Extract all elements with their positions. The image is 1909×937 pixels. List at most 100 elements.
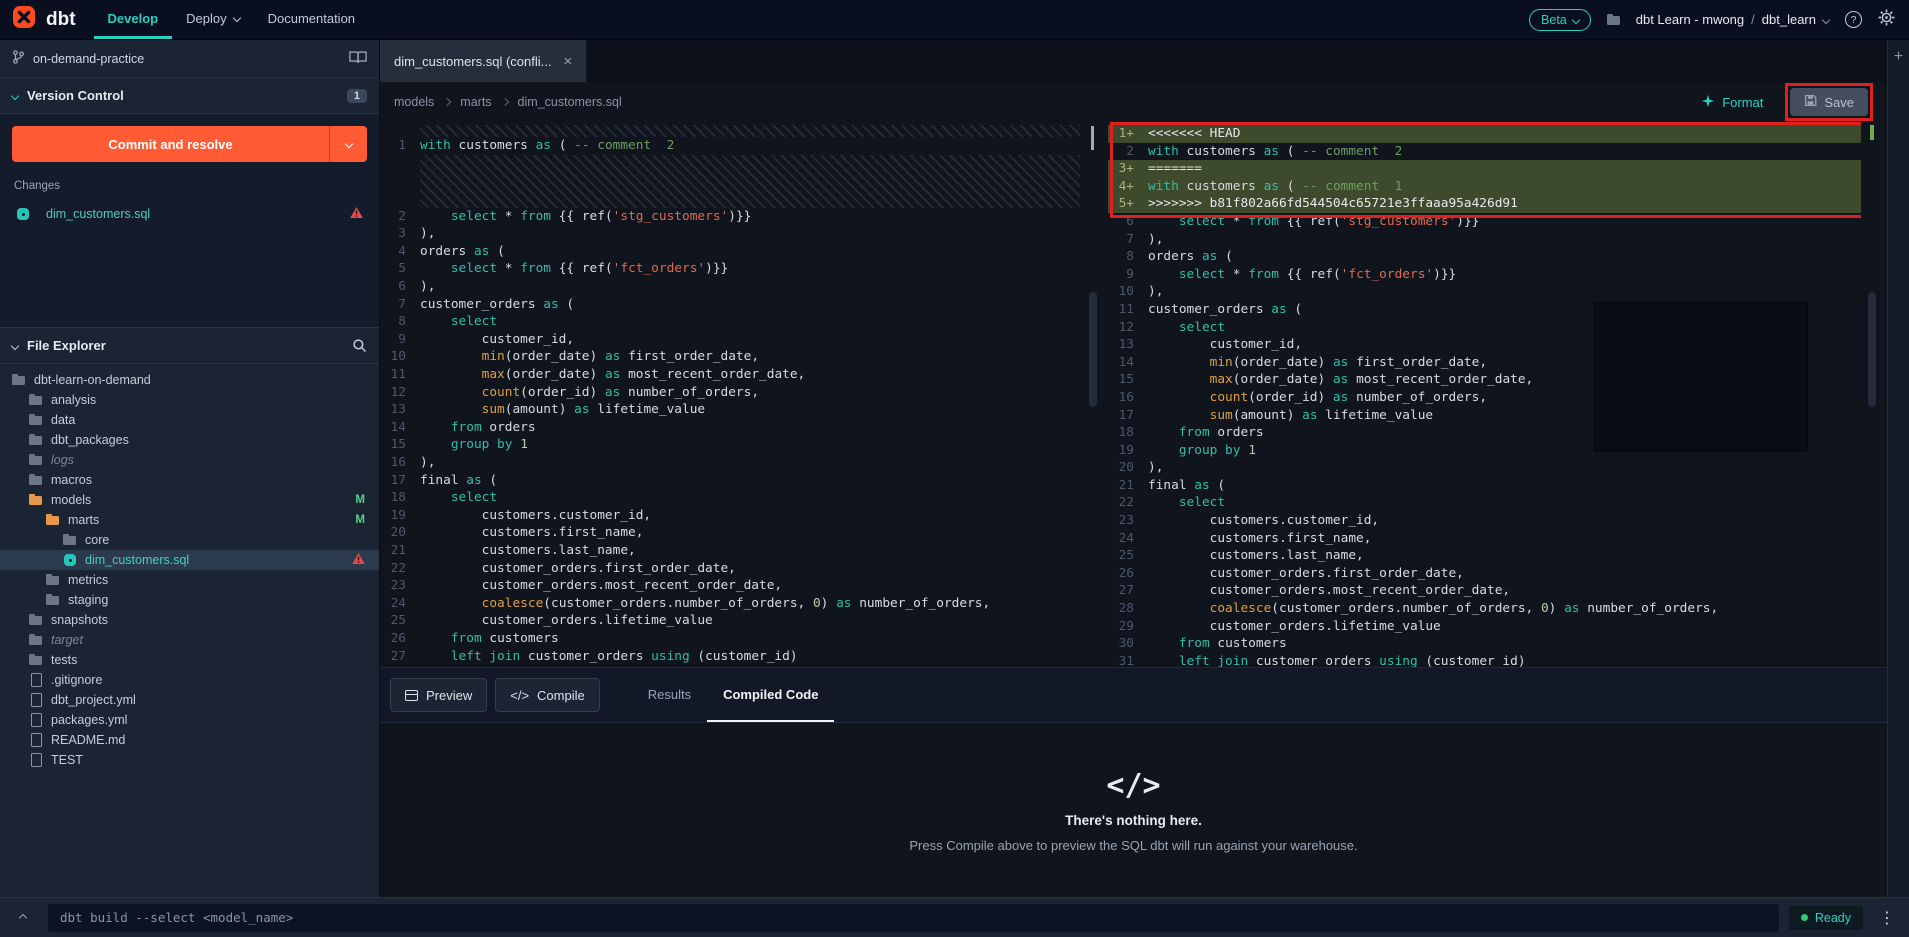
tree-item-staging[interactable]: staging (0, 590, 379, 610)
branch-row[interactable]: on-demand-practice (0, 40, 379, 78)
code-line-20[interactable]: 20 customers.first_name, (380, 524, 1082, 542)
code-line-14[interactable]: 14 from orders (380, 419, 1082, 437)
code-line-23[interactable]: 23 customers.customer_id, (1108, 512, 1861, 530)
code-line-8[interactable]: 8orders as ( (1108, 248, 1861, 266)
code-line-16[interactable]: 16), (380, 454, 1082, 472)
code-line-2[interactable]: 2with customers as ( -- comment 2 (1108, 143, 1861, 161)
code-line-29[interactable]: 29 customer_orders.lifetime_value (1108, 618, 1861, 636)
code-line-7[interactable]: 7), (1108, 231, 1861, 249)
code-line-28[interactable]: 28 coalesce(customer_orders.number_of_or… (1108, 600, 1861, 618)
code-line-4[interactable]: 4orders as ( (380, 243, 1082, 261)
breadcrumb-item-marts[interactable]: marts (460, 95, 491, 109)
help-icon[interactable]: ? (1845, 11, 1862, 28)
beta-pill[interactable]: Beta (1529, 9, 1591, 31)
code-line-15[interactable]: 15 group by 1 (380, 436, 1082, 454)
code-line-19[interactable]: 19 customers.customer_id, (380, 507, 1082, 525)
tree-item-logs[interactable]: logs (0, 450, 379, 470)
code-line-25[interactable]: 25 customers.last_name, (1108, 547, 1861, 565)
code-line-3[interactable]: 3), (380, 225, 1082, 243)
scrollbar-right[interactable] (1861, 122, 1887, 667)
code-line-21[interactable]: 21final as ( (1108, 477, 1861, 495)
tree-item-analysis[interactable]: analysis (0, 390, 379, 410)
code-line-11[interactable]: 11 max(order_date) as most_recent_order_… (380, 366, 1082, 384)
scrollbar-left[interactable] (1082, 122, 1108, 667)
tree-item-dbt_project.yml[interactable]: dbt_project.yml (0, 690, 379, 710)
code-line-1+[interactable]: 1+<<<<<<< HEAD (1108, 125, 1861, 143)
code-line-17[interactable]: 17final as ( (380, 472, 1082, 490)
preview-button[interactable]: Preview (390, 678, 487, 712)
code-line-24[interactable]: 24 coalesce(customer_orders.number_of_or… (380, 595, 1082, 613)
code-line-1[interactable]: 1with customers as ( -- comment 2 (380, 137, 1082, 155)
file-explorer-header[interactable]: File Explorer (0, 328, 379, 364)
tree-item-models[interactable]: modelsM (0, 490, 379, 510)
code-line-2[interactable]: 2 select * from {{ ref('stg_customers')}… (380, 208, 1082, 226)
editor-pane-left[interactable]: 1with customers as ( -- comment 2 2 selec… (380, 122, 1082, 667)
settings-gear-icon[interactable] (1878, 9, 1895, 31)
code-line-26[interactable]: 26 from customers (380, 630, 1082, 648)
code-line-7[interactable]: 7customer_orders as ( (380, 296, 1082, 314)
code-line-13[interactable]: 13 sum(amount) as lifetime_value (380, 401, 1082, 419)
code-line-30[interactable]: 30 from customers (1108, 635, 1861, 653)
code-line-26[interactable]: 26 customer_orders.first_order_date, (1108, 565, 1861, 583)
code-line-21[interactable]: 21 customers.last_name, (380, 542, 1082, 560)
code-line-5[interactable]: 5 select * from {{ ref('fct_orders')}} (380, 260, 1082, 278)
code-line-22[interactable]: 22 customer_orders.first_order_date, (380, 560, 1082, 578)
tree-item-snapshots[interactable]: snapshots (0, 610, 379, 630)
search-icon[interactable] (352, 338, 367, 353)
code-line-12[interactable]: 12 count(order_id) as number_of_orders, (380, 384, 1082, 402)
tree-item-.gitignore[interactable]: .gitignore (0, 670, 379, 690)
tree-item-metrics[interactable]: metrics (0, 570, 379, 590)
close-icon[interactable]: × (564, 53, 573, 70)
changed-file-dim_customers.sql[interactable]: dim_customers.sql (12, 200, 367, 228)
expand-panel-button[interactable] (8, 904, 38, 932)
breadcrumb-item-models[interactable]: models (394, 95, 434, 109)
code-line-9[interactable]: 9 customer_id, (380, 331, 1082, 349)
plus-icon[interactable]: + (1894, 48, 1903, 65)
commit-options-dropdown[interactable] (329, 126, 367, 162)
code-line-24[interactable]: 24 customers.first_name, (1108, 530, 1861, 548)
code-line-10[interactable]: 10), (1108, 283, 1861, 301)
code-line-9[interactable]: 9 select * from {{ ref('fct_orders')}} (1108, 266, 1861, 284)
code-line-25[interactable]: 25 customer_orders.lifetime_value (380, 612, 1082, 630)
code-line-27[interactable]: 27 customer_orders.most_recent_order_dat… (1108, 582, 1861, 600)
format-button[interactable]: Format (1701, 94, 1763, 111)
compile-button[interactable]: </> Compile (495, 678, 599, 712)
code-line-6[interactable]: 6), (380, 278, 1082, 296)
code-line-20[interactable]: 20), (1108, 459, 1861, 477)
account-selector[interactable]: dbt Learn - mwong / dbt_learn (1607, 12, 1829, 27)
code-line-4+[interactable]: 4+with customers as ( -- comment 1 (1108, 178, 1861, 196)
code-line-5+[interactable]: 5+>>>>>>> b81f802a66fd544504c65721e3ffaa… (1108, 195, 1861, 213)
code-line-3+[interactable]: 3+======= (1108, 160, 1861, 178)
code-line-23[interactable]: 23 customer_orders.most_recent_order_dat… (380, 577, 1082, 595)
tab-compiled-code[interactable]: Compiled Code (707, 668, 834, 722)
tree-item-target[interactable]: target (0, 630, 379, 650)
code-line-18[interactable]: 18 select (380, 489, 1082, 507)
code-line-8[interactable]: 8 select (380, 313, 1082, 331)
code-line-27[interactable]: 27 left join customer_orders using (cust… (380, 648, 1082, 666)
tree-item-macros[interactable]: macros (0, 470, 379, 490)
right-rail[interactable]: + (1887, 40, 1909, 897)
tree-item-tests[interactable]: tests (0, 650, 379, 670)
save-button[interactable]: Save (1790, 88, 1868, 116)
nav-documentation[interactable]: Documentation (254, 0, 369, 39)
tab-dim-customers[interactable]: dim_customers.sql (confli... × (380, 40, 586, 82)
tree-item-dbt_packages[interactable]: dbt_packages (0, 430, 379, 450)
tree-item-dim_customers.sql[interactable]: dim_customers.sql (0, 550, 379, 570)
tree-item-packages.yml[interactable]: packages.yml (0, 710, 379, 730)
commit-and-resolve-button[interactable]: Commit and resolve (12, 126, 367, 162)
breadcrumb-item-dim_customers.sql[interactable]: dim_customers.sql (518, 95, 622, 109)
code-line-28[interactable]: 28) (380, 665, 1082, 667)
code-line-31[interactable]: 31 left join customer_orders using (cust… (1108, 653, 1861, 667)
nav-develop[interactable]: Develop (94, 0, 173, 39)
tree-item-data[interactable]: data (0, 410, 379, 430)
command-input[interactable]: dbt build --select <model_name> (48, 904, 1779, 932)
kebab-menu-icon[interactable]: ⋮ (1873, 908, 1901, 928)
tree-item-core[interactable]: core (0, 530, 379, 550)
code-line-22[interactable]: 22 select (1108, 494, 1861, 512)
tab-results[interactable]: Results (632, 668, 707, 722)
nav-deploy[interactable]: Deploy (172, 0, 253, 39)
tree-item-README.md[interactable]: README.md (0, 730, 379, 750)
code-line-10[interactable]: 10 min(order_date) as first_order_date, (380, 348, 1082, 366)
version-control-header[interactable]: Version Control 1 (0, 78, 379, 114)
tree-item-marts[interactable]: martsM (0, 510, 379, 530)
